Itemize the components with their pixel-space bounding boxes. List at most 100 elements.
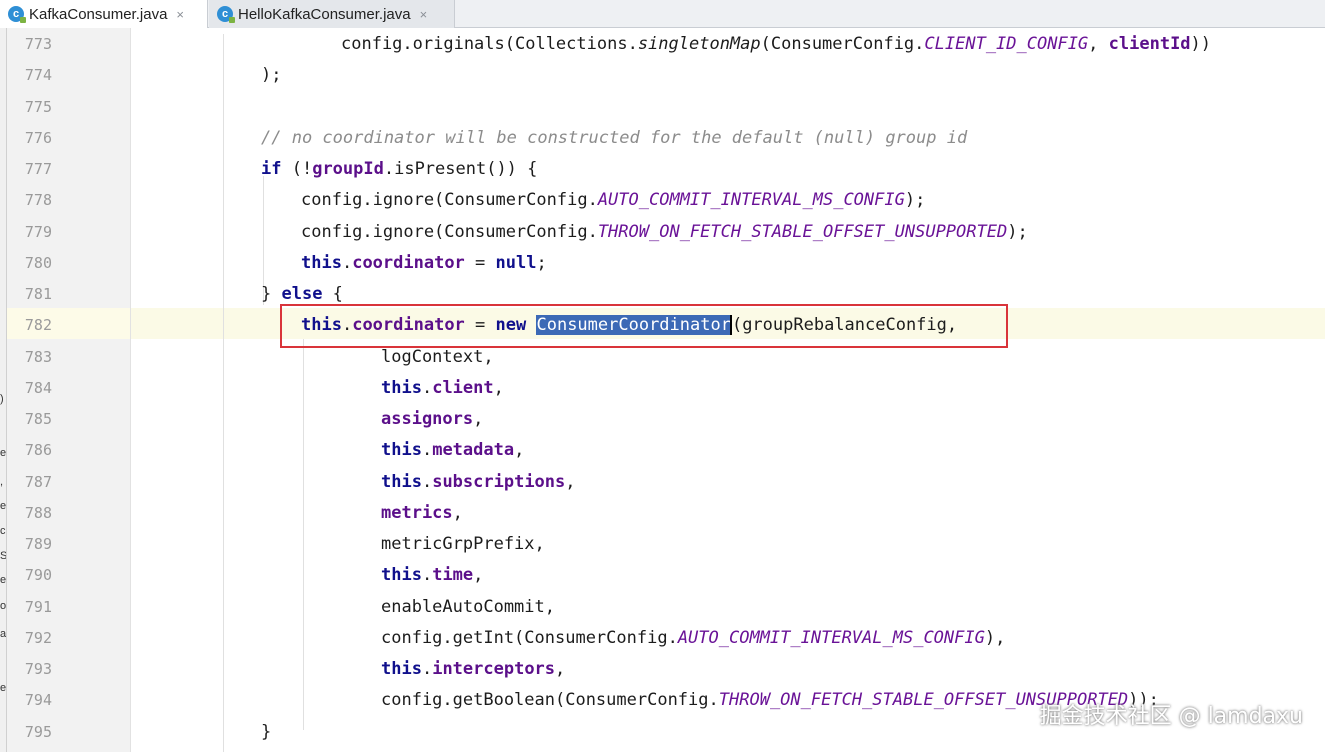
code-token: . [421, 471, 433, 492]
line-number[interactable]: 793 [7, 659, 52, 679]
line-number[interactable]: 785 [7, 409, 52, 429]
code-token: CLIENT_ID_CONFIG [924, 34, 1089, 54]
code-line[interactable]: config.getInt(ConsumerConfig.AUTO_COMMIT… [381, 628, 1005, 648]
line-number[interactable]: 788 [7, 503, 52, 523]
code-line[interactable]: config.originals(Collections.singletonMa… [341, 34, 1211, 54]
code-line[interactable]: } else { [261, 284, 343, 304]
java-class-icon: c [8, 6, 26, 23]
code-token: ; [536, 252, 547, 273]
code-token: { [322, 284, 343, 304]
code-line[interactable]: this.client, [381, 378, 504, 398]
annotation-highlight-box [280, 304, 1008, 348]
line-number[interactable]: 786 [7, 440, 52, 460]
code-token: this [381, 659, 422, 679]
line-number[interactable]: 776 [7, 128, 52, 148]
close-tab-icon[interactable]: × [176, 7, 184, 22]
line-number[interactable]: 781 [7, 284, 52, 304]
indent-guide [303, 339, 304, 730]
code-line[interactable]: assignors, [381, 409, 483, 429]
code-line[interactable]: metricGrpPrefix, [381, 534, 545, 554]
code-token: config.getInt(ConsumerConfig. [381, 627, 678, 648]
code-line[interactable]: // no coordinator will be constructed fo… [261, 128, 967, 148]
close-tab-icon[interactable]: × [420, 7, 428, 22]
line-number[interactable]: 775 [7, 97, 52, 117]
line-number[interactable]: 779 [7, 222, 52, 242]
code-line[interactable]: config.ignore(ConsumerConfig.THROW_ON_FE… [301, 222, 1028, 242]
code-token: config.originals(Collections. [341, 34, 638, 54]
line-number[interactable]: 792 [7, 628, 52, 648]
code-token: groupId [312, 159, 384, 179]
code-token: ); [1007, 221, 1028, 242]
code-line[interactable]: config.ignore(ConsumerConfig.AUTO_COMMIT… [301, 190, 925, 210]
code-token: subscriptions [432, 471, 566, 492]
code-line[interactable]: if (!groupId.isPresent()) { [261, 159, 537, 179]
line-number[interactable]: 794 [7, 690, 52, 710]
line-number[interactable]: 778 [7, 190, 52, 210]
tab-label: HelloKafkaConsumer.java [238, 5, 411, 23]
code-token: assignors [381, 409, 474, 429]
java-class-icon: c [217, 6, 235, 23]
code-token: if [261, 159, 282, 179]
code-line[interactable]: this.time, [381, 565, 483, 585]
left-panel-fragment: o [0, 600, 7, 612]
code-line[interactable]: this.subscriptions, [381, 472, 576, 492]
code-token: AUTO_COMMIT_INTERVAL_MS_CONFIG [677, 627, 985, 648]
left-panel-fragment: c [0, 525, 6, 537]
code-token: time [432, 565, 474, 586]
tab-hello-kafka-consumer[interactable]: c HelloKafkaConsumer.java × [209, 0, 455, 28]
code-line[interactable]: logContext, [381, 347, 494, 367]
line-number[interactable]: 783 [7, 347, 52, 367]
code-line[interactable]: } [261, 722, 271, 742]
code-token: . [421, 659, 433, 679]
code-token: , [1088, 34, 1109, 54]
code-line[interactable]: metrics, [381, 503, 463, 523]
line-number[interactable]: 790 [7, 565, 52, 585]
code-token: config.getBoolean(ConsumerConfig. [381, 690, 719, 711]
code-line[interactable]: this.interceptors, [381, 659, 565, 679]
code-token: , [452, 502, 463, 523]
code-token: metrics [381, 502, 453, 523]
code-token: , [473, 565, 484, 586]
code-line[interactable]: ); [261, 65, 281, 85]
code-token: AUTO_COMMIT_INTERVAL_MS_CONFIG [597, 190, 905, 211]
code-token: . [421, 440, 433, 461]
code-token: ), [984, 627, 1006, 648]
tab-kafka-consumer[interactable]: c KafkaConsumer.java × [0, 0, 208, 28]
code-token: .isPresent()) { [383, 159, 538, 179]
left-panel-fragment: e [0, 447, 7, 459]
code-token: ); [261, 65, 282, 86]
code-token: config.ignore(ConsumerConfig. [301, 190, 598, 211]
code-token: } [261, 284, 282, 304]
line-number[interactable]: 780 [7, 253, 52, 273]
line-number[interactable]: 773 [7, 34, 52, 54]
code-line[interactable]: this.coordinator = null; [301, 253, 547, 273]
code-token: THROW_ON_FETCH_STABLE_OFFSET_UNSUPPORTED [597, 221, 1008, 242]
left-panel-edge: ) e, e c Se o a e [0, 28, 7, 752]
code-token: , [555, 659, 566, 679]
code-token: this [381, 471, 422, 492]
code-line[interactable]: enableAutoCommit, [381, 597, 555, 617]
indent-guide [223, 34, 224, 752]
code-token: , [565, 471, 576, 492]
code-token: = [464, 252, 496, 273]
code-token: . [341, 252, 353, 273]
line-number[interactable]: 791 [7, 597, 52, 617]
line-number[interactable]: 784 [7, 378, 52, 398]
code-token: (! [281, 159, 313, 179]
line-number[interactable]: 789 [7, 534, 52, 554]
line-number[interactable]: 787 [7, 472, 52, 492]
code-token: this [381, 377, 422, 398]
line-number[interactable]: 777 [7, 159, 52, 179]
code-line[interactable]: this.metadata, [381, 440, 524, 460]
code-token: singletonMap [637, 34, 761, 54]
code-token: . [421, 565, 433, 586]
code-token: , [493, 377, 504, 398]
code-token: . [421, 377, 433, 398]
line-number[interactable]: 782 [7, 315, 52, 335]
line-number[interactable]: 774 [7, 65, 52, 85]
tab-label: KafkaConsumer.java [29, 5, 168, 23]
line-number[interactable]: 795 [7, 722, 52, 742]
left-panel-fragment: a [0, 628, 7, 640]
code-token: null [495, 252, 537, 273]
code-token: metadata [432, 440, 515, 461]
